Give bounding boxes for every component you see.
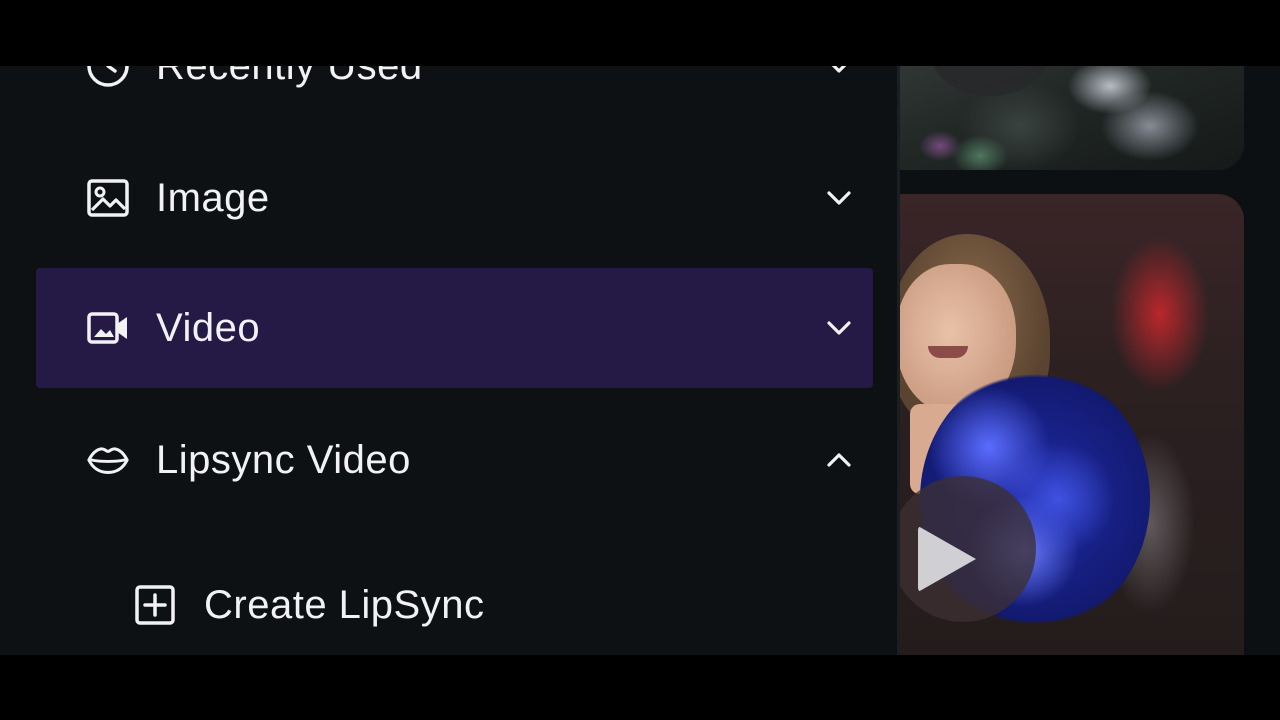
sidebar-menu: Recently Used Image Video: [0, 66, 898, 655]
letterbox-bottom: [0, 655, 1280, 720]
chevron-down-icon[interactable]: [826, 315, 852, 341]
lips-icon: [86, 438, 130, 482]
chevron-up-icon[interactable]: [826, 447, 852, 473]
thumbnail-image-part: [928, 346, 968, 358]
submenu-item-create-lipsync[interactable]: Create LipSync: [134, 560, 834, 650]
menu-item-label: Recently Used: [156, 66, 423, 89]
media-thumbnail[interactable]: [900, 66, 1244, 170]
clock-icon: [86, 66, 130, 88]
menu-item-label: Lipsync Video: [156, 437, 411, 482]
menu-item-recently-used[interactable]: Recently Used: [36, 66, 873, 126]
menu-item-label: Image: [156, 175, 270, 220]
submenu-item-label: Create LipSync: [204, 582, 485, 627]
video-camera-icon: [86, 306, 130, 350]
chevron-down-icon[interactable]: [826, 66, 852, 79]
image-icon: [86, 176, 130, 220]
menu-item-label: Video: [156, 305, 261, 350]
app-screen: Recently Used Image Video: [0, 66, 1280, 655]
thumbnail-overlay: [930, 66, 1050, 96]
menu-item-image[interactable]: Image: [36, 138, 873, 258]
media-gallery: [900, 66, 1280, 655]
letterbox-top: [0, 0, 1280, 66]
video-thumbnail[interactable]: [900, 194, 1244, 655]
play-icon: [918, 526, 976, 592]
menu-item-lipsync-video[interactable]: Lipsync Video: [36, 400, 873, 520]
menu-item-video[interactable]: Video: [36, 268, 873, 388]
plus-square-icon: [134, 584, 176, 626]
chevron-down-icon[interactable]: [826, 185, 852, 211]
